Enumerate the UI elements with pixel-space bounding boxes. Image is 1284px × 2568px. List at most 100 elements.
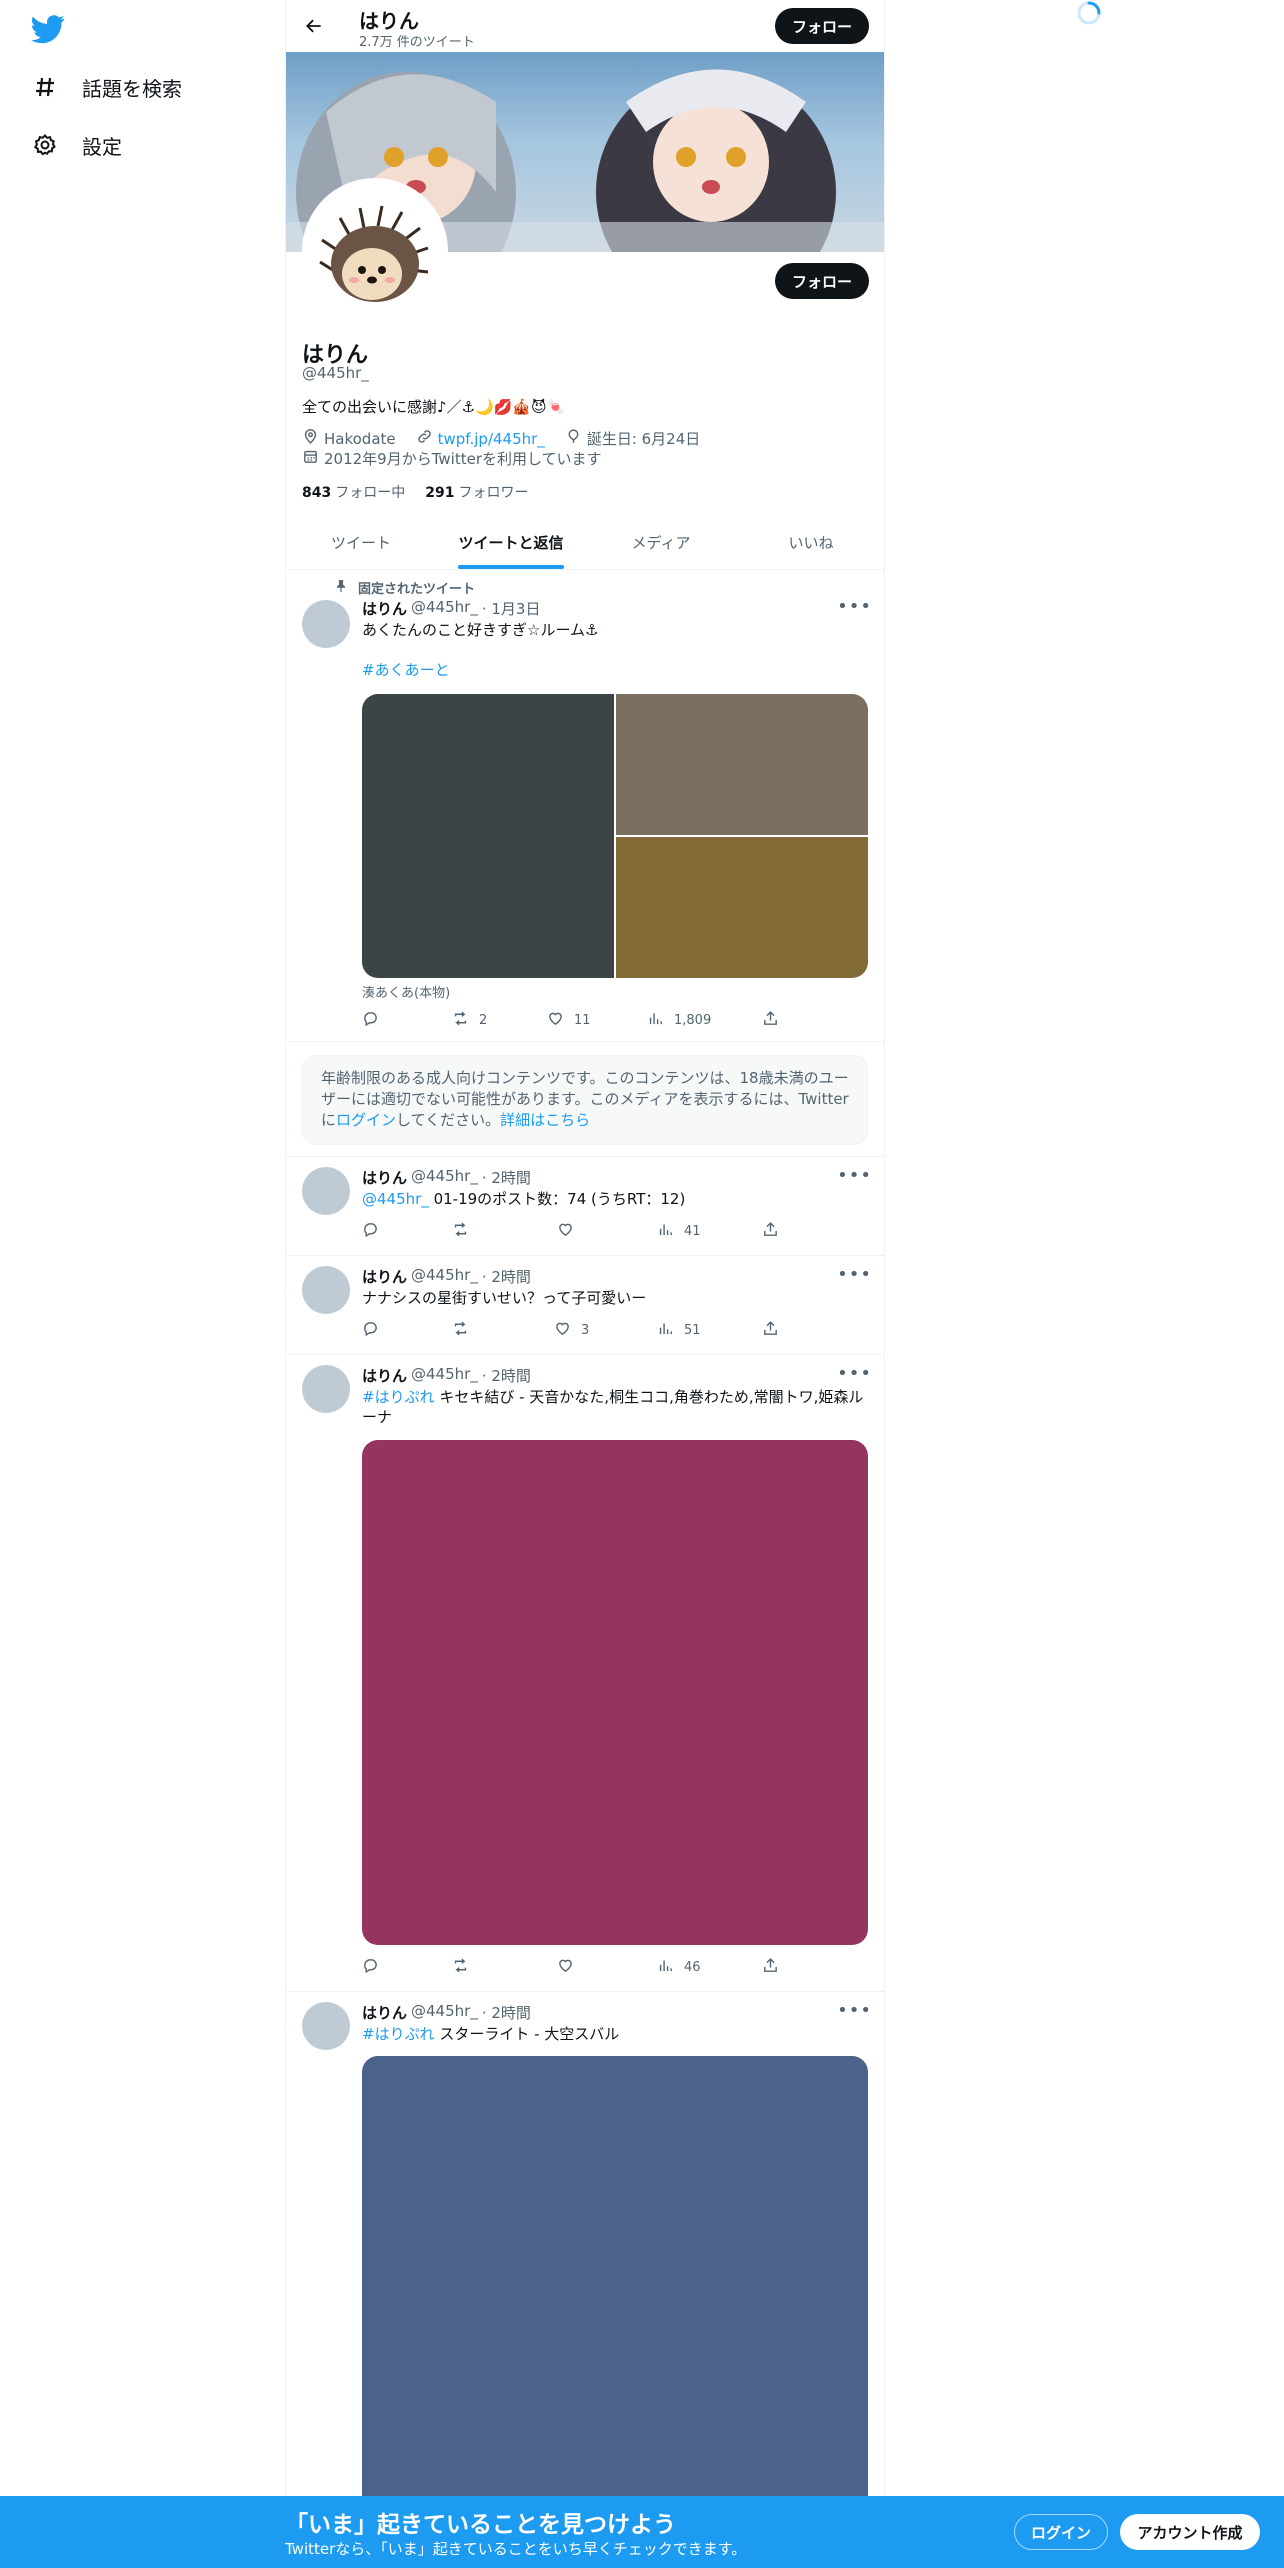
reply-button[interactable]: [362, 1320, 379, 1340]
tab-tweets[interactable]: ツイート: [286, 516, 436, 569]
follow-button[interactable]: フォロー: [775, 263, 869, 299]
tweet-header: はりん @445hr_ · 2時間: [362, 1167, 531, 1188]
nav-item-explore[interactable]: 話題を検索: [32, 65, 182, 109]
analytics-icon: [657, 1221, 674, 1242]
tweet[interactable]: はりん @445hr_ · 2時間 ••• #はりぷれ キセキ結び - 天音かな…: [286, 1355, 884, 1992]
signup-banner-subtitle: Twitterなら、「いま」起きていることをいち早くチェックできます。: [285, 2540, 747, 2558]
back-arrow-icon[interactable]: [300, 12, 328, 40]
tweet[interactable]: はりん @445hr_ · 2時間 ••• #はりぷれ スターライト - 大空ス…: [286, 1992, 884, 2568]
reply-button[interactable]: [362, 1957, 379, 1977]
nav-item-label: 設定: [82, 134, 122, 159]
tweet-time[interactable]: · 2時間: [482, 1266, 531, 1287]
tab-media[interactable]: メディア: [586, 516, 736, 569]
like-button[interactable]: 11: [547, 1010, 591, 1030]
reply-icon: [362, 1320, 379, 1341]
follow-button-header[interactable]: フォロー: [775, 8, 869, 44]
tweet-time[interactable]: · 2時間: [482, 1167, 531, 1188]
media-image-2: [616, 694, 868, 835]
retweet-icon: [452, 1320, 469, 1341]
tweet[interactable]: はりん @445hr_ · 2時間 ••• @445hr_ 01-19のポスト数…: [286, 1156, 884, 1256]
tweet-time[interactable]: · 2時間: [482, 1365, 531, 1386]
tweet-mention[interactable]: @445hr_: [362, 1190, 429, 1208]
like-button[interactable]: [557, 1221, 574, 1241]
tweet-author-handle[interactable]: @445hr_: [411, 1266, 478, 1287]
signup-banner: 「いま」起きていることを見つけよう Twitterなら、「いま」起きていることを…: [0, 2496, 1284, 2568]
login-button[interactable]: ログイン: [1014, 2514, 1108, 2550]
retweet-button[interactable]: 2: [452, 1010, 487, 1030]
tweet[interactable]: はりん @445hr_ · 2時間 ••• ナナシスの星街すいせい？って子可愛い…: [286, 1256, 884, 1355]
views-button[interactable]: 46: [657, 1957, 701, 1977]
tweet-hashtag[interactable]: #あくあーと: [362, 660, 872, 680]
tweet-author-handle[interactable]: @445hr_: [411, 1365, 478, 1386]
tweet-time[interactable]: · 1月3日: [482, 598, 541, 619]
location-icon: [302, 428, 319, 449]
views-button[interactable]: 41: [657, 1221, 701, 1241]
views-button[interactable]: 51: [657, 1320, 701, 1340]
tweet-avatar[interactable]: [302, 600, 350, 648]
more-options-icon[interactable]: •••: [837, 1165, 872, 1186]
retweet-button[interactable]: [452, 1957, 469, 1977]
followers-label: フォロワー: [458, 485, 529, 501]
header-tweet-count: 2.7万 件のツイート: [359, 35, 475, 50]
tweet-header: はりん @445hr_ · 1月3日: [362, 598, 540, 619]
share-icon: [762, 1957, 779, 1978]
reply-button[interactable]: [362, 1221, 379, 1241]
profile-avatar[interactable]: [302, 178, 448, 324]
views-button[interactable]: 1,809: [647, 1010, 711, 1030]
tweet-media-image[interactable]: [362, 1440, 868, 1945]
retweet-button[interactable]: [452, 1221, 469, 1241]
hashtag-icon: [32, 74, 58, 100]
login-link[interactable]: ログイン: [336, 1111, 396, 1129]
tweet-time[interactable]: · 2時間: [482, 2002, 531, 2023]
retweet-button[interactable]: [452, 1320, 469, 1340]
tweet-media-image[interactable]: [362, 2056, 868, 2568]
signup-button[interactable]: アカウント作成: [1120, 2514, 1260, 2550]
twitter-logo-icon[interactable]: [31, 12, 65, 46]
tweet-author-handle[interactable]: @445hr_: [411, 2002, 478, 2023]
more-options-icon[interactable]: •••: [837, 2000, 872, 2021]
tweet-author-name[interactable]: はりん: [362, 1167, 407, 1188]
balloon-icon: [565, 428, 582, 449]
tweet-avatar[interactable]: [302, 1266, 350, 1314]
tab-label: いいね: [788, 534, 834, 552]
more-options-icon[interactable]: •••: [837, 1264, 872, 1285]
tweet-author-handle[interactable]: @445hr_: [411, 598, 478, 619]
tweet-hashtag[interactable]: #はりぷれ: [362, 1388, 435, 1406]
profile-website-link[interactable]: twpf.jp/445hr_: [438, 430, 545, 448]
tab-tweets-and-replies[interactable]: ツイートと返信: [436, 516, 586, 569]
share-button[interactable]: [762, 1221, 779, 1241]
tweet-actions: 46: [362, 1957, 792, 1977]
tweet-author-name[interactable]: はりん: [362, 1365, 407, 1386]
tweet-author-handle[interactable]: @445hr_: [411, 1167, 478, 1188]
tweet-actions: 2 11 1,809: [362, 1010, 792, 1030]
tweet-author-name[interactable]: はりん: [362, 598, 407, 619]
share-button[interactable]: [762, 1320, 779, 1340]
tweet-text: スターライト - 大空スバル: [434, 2025, 620, 2043]
tweet-hashtag[interactable]: #はりぷれ: [362, 2025, 435, 2043]
following-link[interactable]: 843 フォロー中: [302, 482, 405, 502]
like-button[interactable]: [557, 1957, 574, 1977]
learn-more-link[interactable]: 詳細はこちら: [500, 1111, 590, 1129]
tweet-avatar[interactable]: [302, 2002, 350, 2050]
nav-item-settings[interactable]: 設定: [32, 123, 122, 167]
share-button[interactable]: [762, 1010, 779, 1030]
reply-button[interactable]: [362, 1010, 379, 1030]
heart-icon: [554, 1320, 571, 1341]
tweet-avatar[interactable]: [302, 1167, 350, 1215]
followers-link[interactable]: 291 フォロワー: [425, 482, 528, 502]
tweet-avatar[interactable]: [302, 1365, 350, 1413]
tweet-pinned[interactable]: はりん @445hr_ · 1月3日 ••• あくたんのこと好きすぎ☆ルーム⚓ …: [286, 570, 884, 1042]
tweet-author-name[interactable]: はりん: [362, 1266, 407, 1287]
like-button[interactable]: 3: [554, 1320, 589, 1340]
profile-handle: @445hr_: [302, 364, 369, 382]
tab-likes[interactable]: いいね: [736, 516, 884, 569]
tweet-media-grid[interactable]: [362, 694, 868, 978]
tab-label: ツイート: [330, 534, 391, 552]
sensitive-content-notice: 年齢制限のある成人向けコンテンツです。このコンテンツは、18歳未満のユーザーには…: [302, 1055, 868, 1145]
followers-count: 291: [425, 485, 455, 501]
tweet-header: はりん @445hr_ · 2時間: [362, 2002, 531, 2023]
tweet-author-name[interactable]: はりん: [362, 2002, 407, 2023]
share-button[interactable]: [762, 1957, 779, 1977]
more-options-icon[interactable]: •••: [837, 1363, 872, 1384]
more-options-icon[interactable]: •••: [837, 596, 872, 617]
